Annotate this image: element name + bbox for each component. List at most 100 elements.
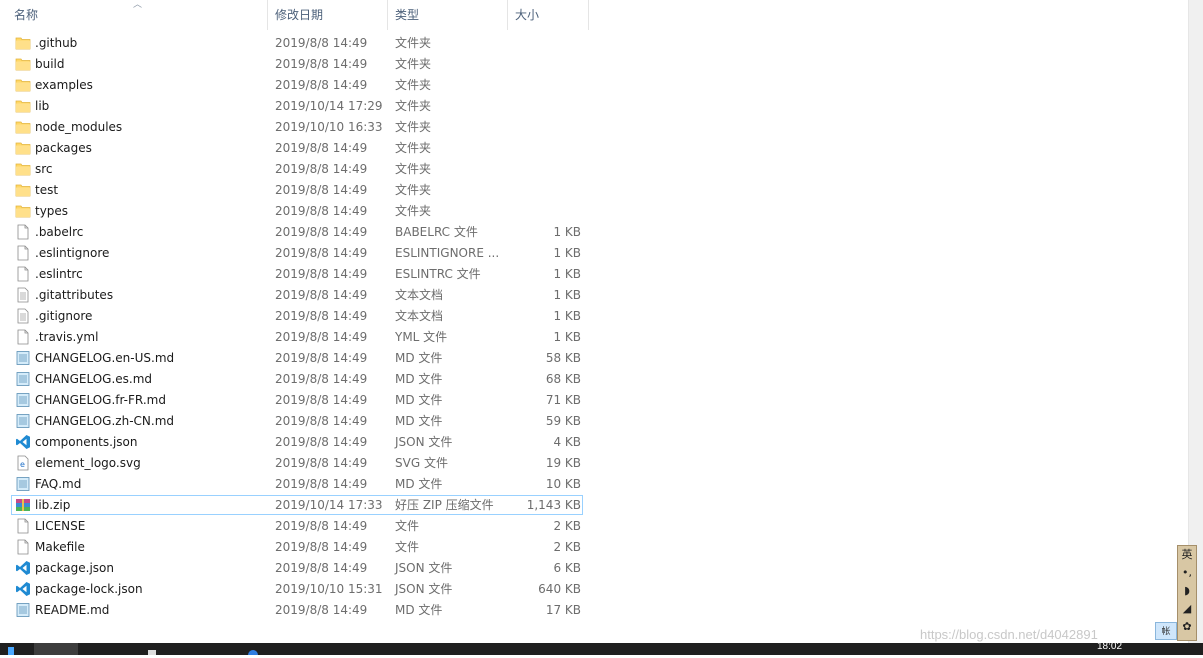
file-name[interactable]: .travis.yml <box>35 327 98 348</box>
text-file-icon <box>15 308 31 324</box>
file-type: MD 文件 <box>395 603 443 617</box>
file-row[interactable]: packages 2019/8/8 14:49 文件夹 <box>0 138 1188 159</box>
file-name[interactable]: build <box>35 54 65 75</box>
taskbar-clock[interactable]: 18:02 <box>1097 641 1122 652</box>
taskbar-browser-icon[interactable] <box>246 643 260 658</box>
ime-punctuation-icon[interactable]: •, <box>1178 564 1196 582</box>
text-file-icon <box>15 287 31 303</box>
file-row[interactable]: CHANGELOG.en-US.md 2019/8/8 14:49 MD 文件 58 … <box>0 348 1188 369</box>
file-name[interactable]: types <box>35 201 68 222</box>
markdown-file-icon <box>15 602 31 618</box>
file-row[interactable]: lib 2019/10/14 17:29 文件夹 <box>0 96 1188 117</box>
file-row[interactable]: README.md 2019/8/8 14:49 MD 文件 17 KB <box>0 600 1188 621</box>
file-name[interactable]: CHANGELOG.zh-CN.md <box>35 411 174 432</box>
file-size: 71 KB <box>545 393 581 407</box>
ime-soft-keyboard-icon[interactable]: ◢ <box>1178 600 1196 618</box>
file-name[interactable]: CHANGELOG.en-US.md <box>35 348 174 369</box>
file-row[interactable]: .gitignore 2019/8/8 14:49 文本文档 1 KB <box>0 306 1188 327</box>
file-row[interactable]: components.json 2019/8/8 14:49 JSON 文件 4 KB <box>0 432 1188 453</box>
taskbar: 18:02 <box>0 641 1203 658</box>
file-date: 2019/8/8 14:49 <box>275 267 368 281</box>
file-name[interactable]: .gitignore <box>35 306 92 327</box>
file-name[interactable]: node_modules <box>35 117 122 138</box>
ime-tag[interactable]: 帐 <box>1155 622 1177 640</box>
file-name[interactable]: lib <box>35 96 49 117</box>
file-row[interactable]: lib.zip 2019/10/14 17:33 好压 ZIP 压缩文件 1,143 … <box>0 495 1188 516</box>
file-row[interactable]: Makefile 2019/8/8 14:49 文件 2 KB <box>0 537 1188 558</box>
blank-file-icon <box>15 518 31 534</box>
file-date: 2019/8/8 14:49 <box>275 288 368 302</box>
ime-fullwidth-icon[interactable]: ◗ <box>1178 582 1196 600</box>
file-row[interactable]: package-lock.json 2019/10/10 15:31 JSON 文件… <box>0 579 1188 600</box>
file-row[interactable]: LICENSE 2019/8/8 14:49 文件 2 KB <box>0 516 1188 537</box>
file-type: 好压 ZIP 压缩文件 <box>395 498 494 512</box>
file-size: 1 KB <box>553 225 581 239</box>
file-row[interactable]: CHANGELOG.zh-CN.md 2019/8/8 14:49 MD 文件 59 … <box>0 411 1188 432</box>
file-row[interactable]: FAQ.md 2019/8/8 14:49 MD 文件 10 KB <box>0 474 1188 495</box>
file-name[interactable]: test <box>35 180 58 201</box>
file-size: 10 KB <box>545 477 581 491</box>
file-date: 2019/8/8 14:49 <box>275 477 368 491</box>
markdown-file-icon <box>15 371 31 387</box>
file-name[interactable]: components.json <box>35 432 138 453</box>
file-row[interactable]: CHANGELOG.fr-FR.md 2019/8/8 14:49 MD 文件 71 … <box>0 390 1188 411</box>
file-row[interactable]: types 2019/8/8 14:49 文件夹 <box>0 201 1188 222</box>
file-row[interactable]: CHANGELOG.es.md 2019/8/8 14:49 MD 文件 68 KB <box>0 369 1188 390</box>
file-name[interactable]: packages <box>35 138 92 159</box>
file-name[interactable]: Makefile <box>35 537 85 558</box>
folder-icon <box>15 140 31 156</box>
file-row[interactable]: node_modules 2019/10/10 16:33 文件夹 <box>0 117 1188 138</box>
file-type: SVG 文件 <box>395 456 448 470</box>
file-date: 2019/8/8 14:49 <box>275 204 368 218</box>
file-row[interactable]: .eslintignore 2019/8/8 14:49 ESLINTIGNORE … <box>0 243 1188 264</box>
file-row[interactable]: .gitattributes 2019/8/8 14:49 文本文档 1 KB <box>0 285 1188 306</box>
markdown-file-icon <box>15 413 31 429</box>
file-row[interactable]: test 2019/8/8 14:49 文件夹 <box>0 180 1188 201</box>
file-name[interactable]: src <box>35 159 53 180</box>
file-name[interactable]: lib.zip <box>35 495 70 516</box>
file-name[interactable]: package.json <box>35 558 114 579</box>
file-date: 2019/10/10 15:31 <box>275 582 383 596</box>
ime-toolbar[interactable]: 英 •, ◗ ◢ ✿ <box>1177 545 1197 641</box>
column-header-date[interactable]: 修改日期 <box>269 0 388 30</box>
column-header: 名称 ︿ 修改日期 类型 大小 <box>0 0 1188 30</box>
file-name[interactable]: README.md <box>35 600 109 621</box>
taskbar-active-app[interactable] <box>34 643 78 655</box>
file-type: 文件夹 <box>395 99 432 113</box>
file-name[interactable]: FAQ.md <box>35 474 81 495</box>
ime-mode-label[interactable]: 英 <box>1178 546 1196 564</box>
file-size <box>500 54 581 75</box>
file-name[interactable]: .gitattributes <box>35 285 113 306</box>
file-row[interactable]: .babelrc 2019/8/8 14:49 BABELRC 文件 1 KB <box>0 222 1188 243</box>
file-name[interactable]: CHANGELOG.fr-FR.md <box>35 390 166 411</box>
file-row[interactable]: package.json 2019/8/8 14:49 JSON 文件 6 KB <box>0 558 1188 579</box>
file-name[interactable]: .github <box>35 33 77 54</box>
file-row[interactable]: src 2019/8/8 14:49 文件夹 <box>0 159 1188 180</box>
file-type: 文件 <box>395 540 420 554</box>
file-type: 文件夹 <box>395 162 432 176</box>
file-size <box>500 75 581 96</box>
taskbar-app-icon[interactable] <box>145 643 159 655</box>
file-row[interactable]: examples 2019/8/8 14:49 文件夹 <box>0 75 1188 96</box>
column-header-type[interactable]: 类型 <box>389 0 508 30</box>
file-name[interactable]: .eslintignore <box>35 243 109 264</box>
file-row[interactable]: e element_logo.svg 2019/8/8 14:49 SVG 文件 19 … <box>0 453 1188 474</box>
file-name[interactable]: LICENSE <box>35 516 85 537</box>
ime-settings-icon[interactable]: ✿ <box>1178 618 1196 636</box>
file-name[interactable]: CHANGELOG.es.md <box>35 369 152 390</box>
file-name[interactable]: package-lock.json <box>35 579 143 600</box>
file-name[interactable]: element_logo.svg <box>35 453 141 474</box>
start-button[interactable] <box>0 643 22 655</box>
file-row[interactable]: .travis.yml 2019/8/8 14:49 YML 文件 1 KB <box>0 327 1188 348</box>
file-name[interactable]: .babelrc <box>35 222 83 243</box>
file-row[interactable]: .eslintrc 2019/8/8 14:49 ESLINTRC 文件 1 KB <box>0 264 1188 285</box>
file-name[interactable]: examples <box>35 75 93 96</box>
file-date: 2019/8/8 14:49 <box>275 57 368 71</box>
column-header-size[interactable]: 大小 <box>509 0 589 30</box>
file-row[interactable]: .github 2019/8/8 14:49 文件夹 <box>0 33 1188 54</box>
file-type: BABELRC 文件 <box>395 225 478 239</box>
file-name[interactable]: .eslintrc <box>35 264 83 285</box>
file-date: 2019/8/8 14:49 <box>275 393 368 407</box>
file-row[interactable]: build 2019/8/8 14:49 文件夹 <box>0 54 1188 75</box>
file-date: 2019/8/8 14:49 <box>275 309 368 323</box>
